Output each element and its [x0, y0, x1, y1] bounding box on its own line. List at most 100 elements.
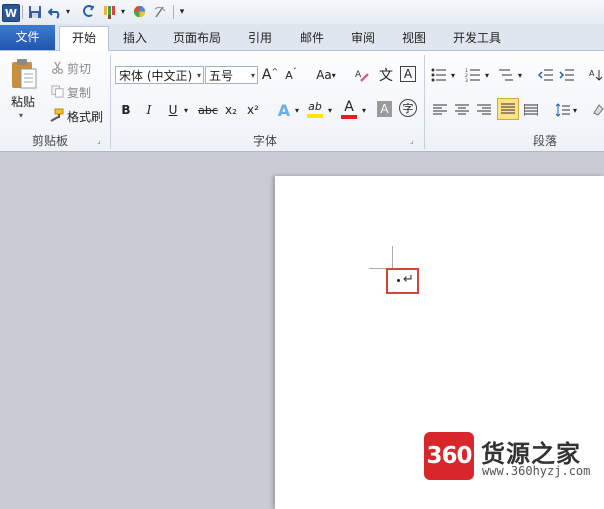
enclose-characters-button[interactable]: 字 [399, 99, 417, 117]
strikethrough-button[interactable]: abc [197, 101, 219, 119]
align-right-icon[interactable] [476, 101, 492, 119]
grow-font-button[interactable]: A ^ [262, 65, 278, 85]
clipboard-group-label: 剪贴板 [31, 134, 68, 148]
clear-format-icon[interactable] [152, 3, 168, 20]
font-color-button[interactable]: A [340, 97, 358, 121]
clear-formatting-icon[interactable]: A [353, 65, 371, 85]
paste-icon[interactable] [6, 55, 42, 93]
paste-button[interactable]: 粘贴 [11, 93, 35, 110]
justify-icon[interactable] [497, 98, 519, 120]
decrease-indent-icon[interactable] [537, 65, 555, 85]
align-left-icon[interactable] [432, 101, 448, 119]
phonetic-guide-label: 文 [379, 68, 393, 84]
numbering-icon[interactable]: 123 [464, 65, 482, 85]
change-case-dropdown-icon: ▾ [331, 70, 336, 80]
font-size-dropdown-icon: ▾ [250, 71, 255, 80]
highlight-button[interactable]: ab [305, 97, 325, 121]
qat-separator [173, 5, 174, 19]
font-color-bar [341, 115, 357, 119]
sort-icon[interactable]: A [588, 65, 604, 85]
superscript-button[interactable]: x² [245, 101, 261, 119]
increase-indent-icon[interactable] [558, 65, 576, 85]
align-center-icon[interactable] [454, 101, 470, 119]
undo-dropdown-icon[interactable]: ▾ [64, 3, 72, 20]
margin-corner-mark [392, 246, 393, 268]
character-shading-button[interactable]: A [377, 101, 392, 117]
brush-dropdown-icon[interactable]: ▾ [119, 3, 127, 20]
format-painter-button[interactable]: 格式刷 [67, 108, 103, 125]
text-effects-dropdown-icon[interactable]: ▾ [293, 101, 301, 119]
tab-developer[interactable]: 开发工具 [444, 27, 510, 49]
quick-access-toolbar: W ▾ ▾ ▾ [0, 0, 604, 24]
tab-references[interactable]: 引用 [240, 27, 280, 49]
group-separator [424, 55, 425, 149]
svg-text:A: A [589, 69, 595, 78]
highlight-dropdown-icon[interactable]: ▾ [326, 101, 334, 119]
grow-arrow-icon: ^ [271, 66, 279, 76]
font-name-select[interactable]: 宋体 (中文正) ▾ [115, 66, 204, 84]
subscript-button[interactable]: x₂ [223, 101, 239, 119]
shrink-arrow-icon: ˇ [292, 66, 297, 76]
text-effects-button[interactable]: A [275, 99, 293, 121]
change-case-label: Aa [316, 68, 332, 82]
svg-text:A: A [355, 70, 362, 80]
change-case-button[interactable]: Aa ▾ [313, 65, 339, 85]
undo-icon[interactable] [47, 3, 63, 20]
bold-button[interactable]: B [119, 101, 133, 119]
brush-icon[interactable] [101, 3, 119, 20]
watermark-logo: 360 [424, 432, 474, 480]
redo-icon[interactable] [79, 3, 95, 20]
paragraph-group-label: 段落 [532, 134, 557, 148]
ribbon-home: 粘贴 ▾ 剪切 复制 格式刷 剪贴板 ⌟ 宋体 (中文正) ▾ 五号 ▾ A ^ … [0, 51, 604, 152]
watermark-url: www.360hyzj.com [482, 464, 591, 478]
tab-home[interactable]: 开始 [59, 26, 109, 51]
shading-icon[interactable] [592, 101, 604, 119]
font-color-label: A [344, 99, 354, 115]
line-spacing-icon[interactable] [555, 101, 571, 119]
cut-button[interactable]: 剪切 [67, 60, 91, 77]
tab-mailings[interactable]: 邮件 [292, 27, 332, 49]
copy-icon[interactable] [50, 84, 64, 98]
copy-button[interactable]: 复制 [67, 84, 91, 101]
tab-file[interactable]: 文件 [0, 25, 55, 50]
italic-button[interactable]: I [142, 101, 156, 119]
distributed-icon[interactable] [523, 101, 539, 119]
paste-dropdown-icon[interactable]: ▾ [19, 111, 23, 120]
line-spacing-dropdown-icon[interactable]: ▾ [571, 101, 579, 119]
numbering-dropdown-icon[interactable]: ▾ [483, 65, 491, 85]
font-size-select[interactable]: 五号 ▾ [205, 66, 258, 84]
font-name-dropdown-icon: ▾ [196, 71, 201, 80]
character-border-button[interactable]: A [400, 66, 416, 82]
clipboard-dialog-launcher-icon[interactable]: ⌟ [97, 136, 106, 145]
tab-page-layout[interactable]: 页面布局 [165, 27, 229, 49]
bullets-dropdown-icon[interactable]: ▾ [449, 65, 457, 85]
font-size-value: 五号 [209, 69, 234, 83]
multilevel-dropdown-icon[interactable]: ▾ [516, 65, 524, 85]
bullets-icon[interactable] [430, 65, 448, 85]
qat-separator [22, 5, 23, 19]
customize-qat-icon[interactable]: ▾ [177, 3, 187, 20]
phonetic-guide-button[interactable]: 文 [376, 64, 396, 86]
text-cursor-dot [397, 279, 400, 282]
ribbon-tabs: 文件 开始 插入 页面布局 引用 邮件 审阅 视图 开发工具 [0, 24, 604, 51]
highlight-color-bar [307, 114, 323, 118]
multilevel-list-icon[interactable] [497, 65, 515, 85]
save-icon[interactable] [27, 3, 43, 20]
highlight-label: ab [308, 100, 322, 113]
font-color-dropdown-icon[interactable]: ▾ [360, 101, 368, 119]
tab-view[interactable]: 视图 [394, 27, 434, 49]
cursor-highlight-box: ↵ [386, 268, 419, 294]
cut-icon[interactable] [50, 60, 64, 74]
grow-font-label: A [261, 67, 272, 83]
underline-button[interactable]: U [166, 101, 180, 119]
color-wheel-icon[interactable] [131, 3, 147, 20]
tab-insert[interactable]: 插入 [115, 27, 155, 49]
underline-dropdown-icon[interactable]: ▾ [182, 101, 190, 119]
tab-review[interactable]: 审阅 [343, 27, 383, 49]
paragraph-mark[interactable]: ↵ [403, 272, 414, 287]
shrink-font-button[interactable]: Aˇ [283, 65, 299, 85]
font-dialog-launcher-icon[interactable]: ⌟ [410, 136, 419, 145]
format-painter-icon[interactable] [50, 108, 64, 122]
shrink-font-label: A [285, 68, 293, 82]
word-app-icon[interactable]: W [2, 4, 20, 22]
